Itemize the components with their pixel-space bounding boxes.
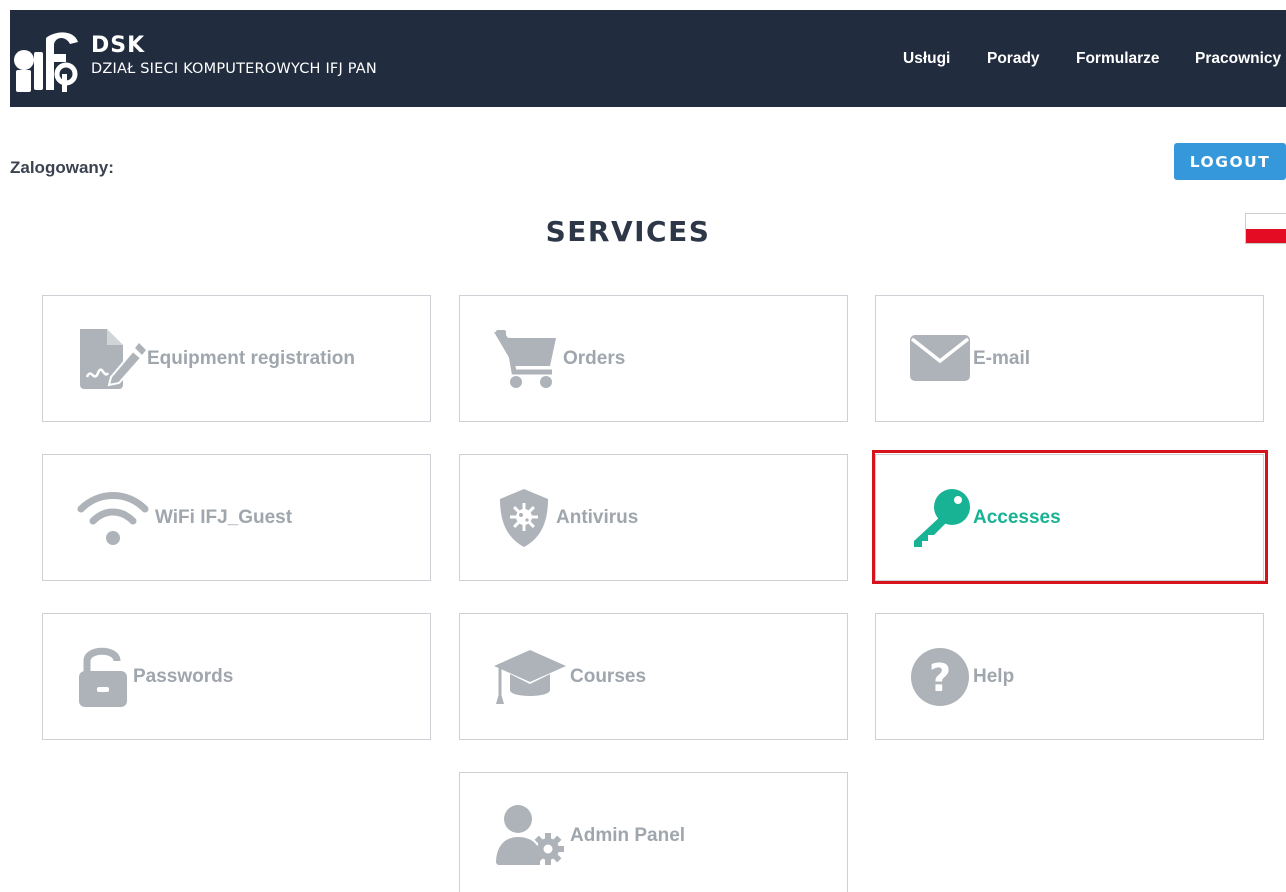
envelope-icon: [910, 335, 970, 381]
svg-text:?: ?: [929, 656, 951, 700]
tile-courses[interactable]: Courses: [459, 613, 848, 740]
tile-antivirus[interactable]: Antivirus: [459, 454, 848, 581]
tile-label: Equipment registration: [147, 347, 355, 369]
graduation-cap-icon: [494, 650, 566, 704]
key-icon: [914, 489, 970, 547]
tile-label: Antivirus: [556, 506, 639, 528]
user-gear-icon: [496, 805, 564, 865]
tile-label: WiFi IFJ_Guest: [155, 506, 293, 528]
logout-button[interactable]: LOGOUT: [1174, 143, 1286, 180]
page-title: SERVICES: [545, 215, 711, 248]
tile-equipment-registration[interactable]: Equipment registration: [42, 295, 431, 422]
tile-label: Admin Panel: [570, 824, 686, 846]
tile-wifi[interactable]: WiFi IFJ_Guest: [42, 454, 431, 581]
tile-orders[interactable]: Orders: [459, 295, 848, 422]
unlocked-padlock-icon: [79, 647, 127, 707]
tile-admin-panel[interactable]: Admin Panel: [459, 772, 848, 892]
tile-label: E-mail: [973, 347, 1031, 369]
shopping-cart-icon: [494, 330, 556, 388]
tile-label: Help: [973, 665, 1015, 687]
tile-label: Orders: [563, 347, 626, 369]
shield-virus-icon: [500, 489, 548, 547]
nav-formularze[interactable]: Formularze: [1076, 50, 1160, 68]
pl-flag-icon[interactable]: [1245, 213, 1286, 244]
logged-in-label: Zalogowany:: [10, 158, 114, 177]
brand-subtitle: DZIAŁ SIECI KOMPUTEROWYCH IFJ PAN: [91, 61, 377, 77]
wifi-icon: [77, 492, 149, 545]
tile-accesses[interactable]: Accesses: [875, 454, 1264, 581]
tile-passwords[interactable]: Passwords: [42, 613, 431, 740]
tile-label: Accesses: [973, 506, 1061, 528]
tile-label: Courses: [570, 665, 647, 687]
question-circle-icon: ?: [911, 648, 969, 706]
nav-pracownicy[interactable]: Pracownicy: [1195, 50, 1281, 68]
nav-porady[interactable]: Porady: [987, 50, 1040, 68]
ifj-logo[interactable]: [10, 30, 88, 94]
tile-label: Passwords: [133, 665, 234, 687]
brand-title[interactable]: DSK: [91, 33, 145, 58]
top-navbar: DSK DZIAŁ SIECI KOMPUTEROWYCH IFJ PAN Us…: [10, 10, 1286, 107]
nav-uslugi[interactable]: Usługi: [903, 50, 950, 68]
tile-help[interactable]: ? Help: [875, 613, 1264, 740]
signature-document-icon: [80, 329, 146, 389]
tile-email[interactable]: E-mail: [875, 295, 1264, 422]
